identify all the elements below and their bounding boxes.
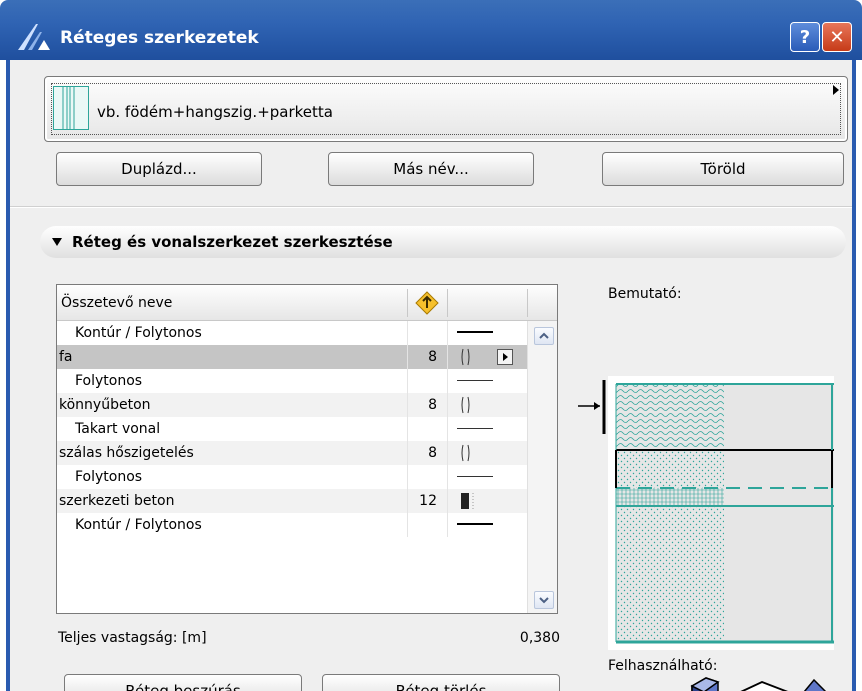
popup-arrow-icon [833,85,839,95]
cell-divider [447,513,448,537]
composite-name: vb. födém+hangszig.+parketta [97,103,333,121]
row-name: fa [59,349,73,365]
triangle-down-icon [52,238,62,246]
row-name: Folytonos [75,469,143,485]
wall-usage-icon [690,677,720,691]
cell-divider [447,393,448,417]
table-row[interactable]: könnyűbeton 8 [57,393,527,417]
column-divider [527,289,528,317]
table-row[interactable]: szerkezeti beton 12 [57,489,527,513]
dialog-content: vb. födém+hangszig.+parketta Duplázd... … [10,60,852,691]
table-row[interactable]: Takart vonal [57,417,527,441]
table-row[interactable]: Folytonos [57,465,527,489]
table-row[interactable]: szálas hőszigetelés 8 [57,441,527,465]
cell-divider [407,393,408,417]
cell-divider [447,345,448,369]
cell-divider [407,513,408,537]
line-thin-icon [457,476,493,477]
dialog-body: vb. födém+hangszig.+parketta Duplázd... … [6,60,856,691]
row-thickness: 12 [419,493,437,509]
help-button[interactable]: ? [790,22,820,52]
row-name: szálas hőszigetelés [59,445,194,461]
column-divider [447,289,448,317]
title-bar[interactable]: Réteges szerkezetek ? ✕ [0,0,862,60]
row-thickness: 8 [428,349,437,365]
cell-divider [447,465,448,489]
row-name: szerkezeti beton [59,493,175,509]
usage-icons [686,672,838,691]
cell-divider [407,441,408,465]
duplicate-button[interactable]: Duplázd... [56,152,262,186]
cell-divider [407,369,408,393]
hatch-pattern-icon [457,444,493,462]
insert-layer-button[interactable]: Réteg beszúrás [64,674,302,691]
table-header: Összetevő neve [57,285,557,321]
row-thickness: 8 [428,445,437,461]
line-thin-icon [457,428,493,429]
table-row[interactable]: fa 8 [57,345,527,369]
table-row[interactable]: Kontúr / Folytonos [57,513,527,537]
separator [10,206,852,208]
table-rows: Kontúr / Folytonos fa 8 Folytonos könnyű… [57,321,527,537]
slab-usage-icon [740,681,789,691]
delete-button[interactable]: Töröld [602,152,844,186]
row-name: Kontúr / Folytonos [75,325,202,341]
total-thickness-value: 0,380 [519,630,560,646]
cell-divider [447,321,448,345]
core-priority-icon[interactable] [415,291,439,315]
window-title: Réteges szerkezetek [60,28,259,48]
cell-divider [447,441,448,465]
row-name: Kontúr / Folytonos [75,517,202,533]
cell-divider [407,321,408,345]
hatch-pattern-icon [457,396,493,414]
remove-layer-button[interactable]: Réteg törlés [322,674,560,691]
rename-button[interactable]: Más név... [328,152,534,186]
row-name: könnyűbeton [59,397,151,413]
cell-divider [407,417,408,441]
row-name: Folytonos [75,373,143,389]
reference-arrow-icon [578,380,606,434]
composite-swatch-icon [53,86,89,130]
preview-label: Bemutató: [608,286,682,302]
archicad-icon [16,22,52,52]
cell-divider [447,369,448,393]
row-name: Takart vonal [75,421,161,437]
table-row[interactable]: Folytonos [57,369,527,393]
close-button[interactable]: ✕ [822,22,852,52]
hatch-pattern-icon [457,348,493,366]
section-header[interactable]: Réteg és vonalszerkezet szerkesztése [40,226,846,258]
scroll-up-button[interactable] [534,327,554,345]
layer-table: Összetevő neve Kontúr / Folytonos fa 8 F… [56,284,558,614]
section-title: Réteg és vonalszerkezet szerkesztése [72,233,393,251]
cell-divider [407,489,408,513]
scroll-down-button[interactable] [534,591,554,609]
composite-selector[interactable]: vb. födém+hangszig.+parketta [44,76,848,142]
column-divider [407,289,408,317]
line-thin-icon [457,380,493,381]
cell-divider [407,465,408,489]
layer-preview [608,376,834,650]
hatch-dark-icon [457,492,493,510]
layer-popup-button[interactable] [497,349,513,365]
cell-divider [447,417,448,441]
row-thickness: 8 [428,397,437,413]
line-thick-icon [457,331,493,333]
table-scrollbar[interactable] [527,321,557,613]
cell-divider [407,345,408,369]
roof-usage-icon [803,678,827,691]
line-thick-icon [457,523,493,525]
total-thickness-label: Teljes vastagság: [m] [58,630,207,646]
composite-dialog: Réteges szerkezetek ? ✕ vb. födém+hangsz… [0,0,862,691]
table-row[interactable]: Kontúr / Folytonos [57,321,527,345]
column-header-name[interactable]: Összetevő neve [61,295,172,311]
cell-divider [447,489,448,513]
